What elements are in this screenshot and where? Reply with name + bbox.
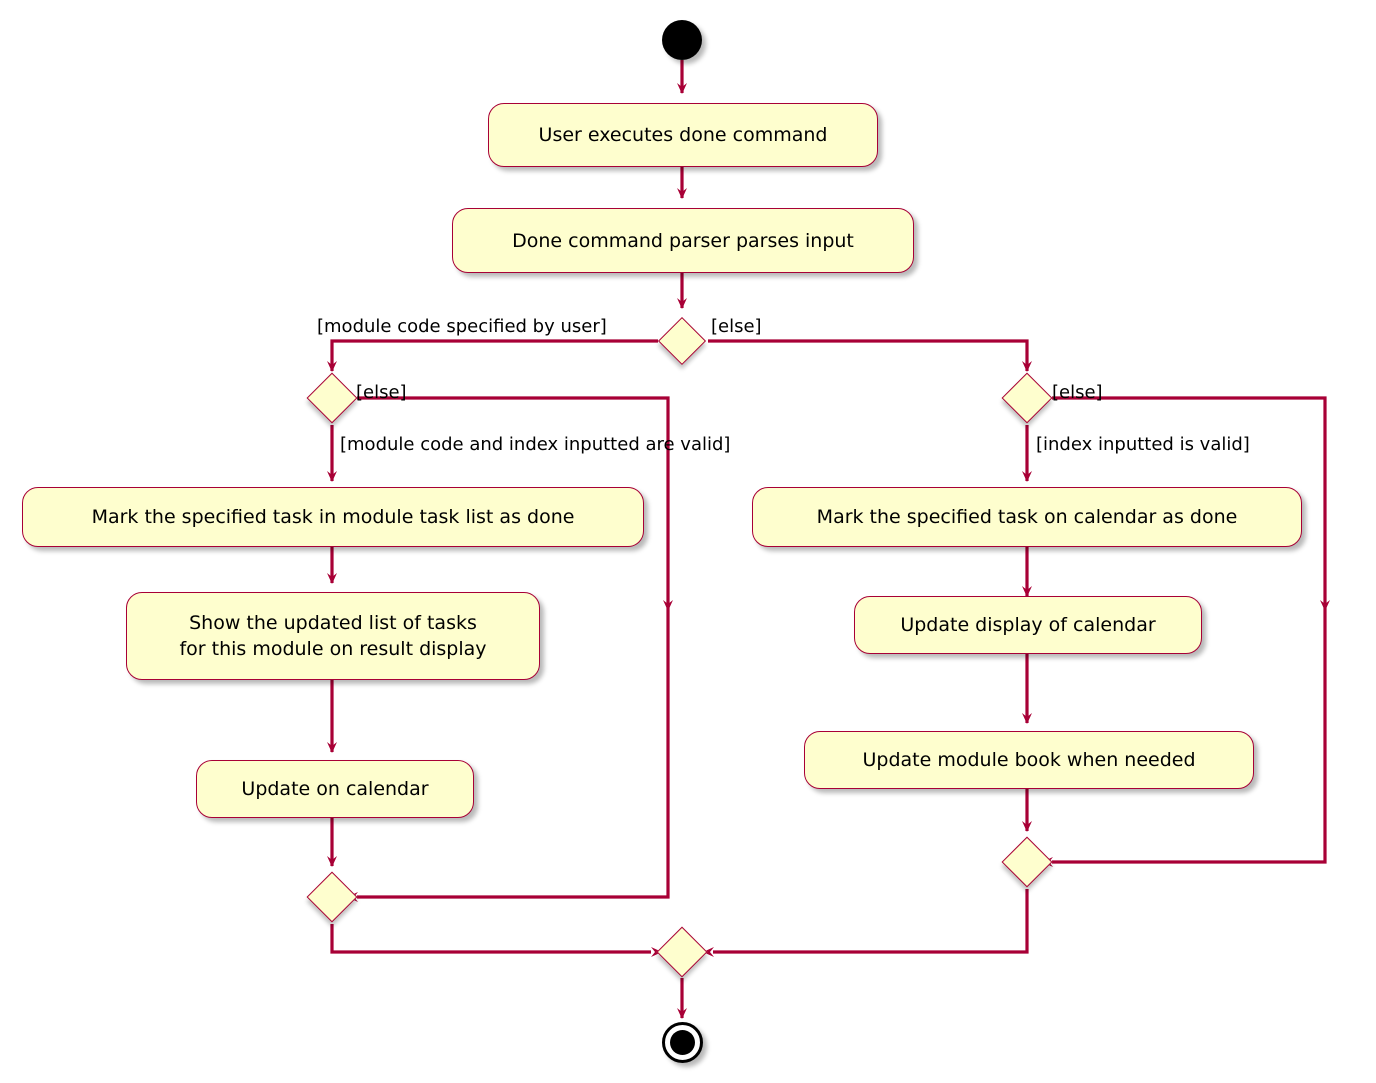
merge-right-branch bbox=[1001, 836, 1053, 888]
activity-update-display-of-calendar[interactable]: Update display of calendar bbox=[854, 596, 1202, 654]
guard-right-else: [else] bbox=[1052, 382, 1103, 403]
guard-module-code-specified-by-user: [module code specified by user] bbox=[317, 316, 607, 337]
activity-update-on-calendar[interactable]: Update on calendar bbox=[196, 760, 474, 818]
edge-d1-left-to-d2 bbox=[327, 339, 658, 372]
merge-left-branch bbox=[306, 871, 358, 923]
decision-module-code-and-index-valid[interactable] bbox=[306, 372, 358, 424]
activity-done-command-parser-parses-input[interactable]: Done command parser parses input bbox=[452, 208, 914, 273]
end-node-core bbox=[670, 1030, 695, 1055]
guard-index-inputted-is-valid: [index inputted is valid] bbox=[1036, 434, 1250, 455]
start-node bbox=[662, 20, 702, 60]
guard-left-else: [else] bbox=[356, 382, 407, 403]
guard-module-code-and-index-valid: [module code and index inputted are vali… bbox=[340, 434, 731, 455]
edge-m2-to-m3 bbox=[703, 889, 1029, 957]
decision-index-valid[interactable] bbox=[1001, 372, 1053, 424]
activity-user-executes-done-command[interactable]: User executes done command bbox=[488, 103, 878, 167]
merge-final bbox=[656, 926, 708, 978]
edge-d1-right-to-d3 bbox=[708, 339, 1032, 372]
activity-mark-task-in-module-task-list-as-done[interactable]: Mark the specified task in module task l… bbox=[22, 487, 644, 547]
edge-m1-to-m3 bbox=[330, 924, 662, 957]
activity-diagram-canvas: User executes done command Done command … bbox=[0, 0, 1376, 1083]
decision-module-code-specified[interactable] bbox=[657, 316, 707, 366]
guard-top-else: [else] bbox=[711, 316, 762, 337]
activity-mark-task-on-calendar-as-done[interactable]: Mark the specified task on calendar as d… bbox=[752, 487, 1302, 547]
activity-update-module-book-when-needed[interactable]: Update module book when needed bbox=[804, 731, 1254, 789]
activity-show-updated-list-of-tasks[interactable]: Show the updated list of tasks for this … bbox=[126, 592, 540, 680]
